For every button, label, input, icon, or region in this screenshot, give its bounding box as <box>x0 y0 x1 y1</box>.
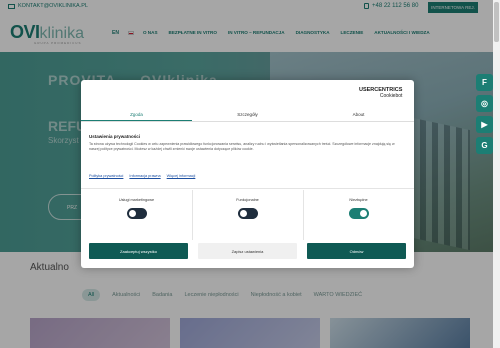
toggle-label: Niezbędne <box>349 198 368 202</box>
tab-about[interactable]: About <box>303 109 414 121</box>
consent-buttons: Zaakceptuj wszystko Zapisz ustawienia Od… <box>89 243 406 259</box>
social-sidebar: F ◎ ▶ G <box>476 74 493 158</box>
toggle-knob <box>128 210 136 217</box>
toggle-label: Funkcjonalne <box>236 198 259 202</box>
divider <box>81 188 414 189</box>
consent-tabs: Zgoda Szczegóły About <box>81 109 414 122</box>
privacy-policy-link[interactable]: Polityka prywatności <box>89 174 123 178</box>
toggle-marketing-group: Usługi marketingowe <box>81 198 192 219</box>
toggle-label: Usługi marketingowe <box>118 198 155 202</box>
instagram-icon[interactable]: ◎ <box>476 95 493 112</box>
more-info-link[interactable]: Więcej informacji <box>167 174 196 178</box>
consent-links: Polityka prywatności Informacja prawna W… <box>89 174 195 178</box>
toggle-necessary-group: Niezbędne <box>303 198 414 219</box>
facebook-icon[interactable]: F <box>476 74 493 91</box>
cookie-consent-dialog: USERCENTRICS Cookiebot Zgoda Szczegóły A… <box>81 80 414 268</box>
save-settings-button[interactable]: Zapisz ustawienia <box>198 243 297 259</box>
consent-toggles: Usługi marketingowe Funkcjonalne Niezbęd… <box>81 198 414 219</box>
marketing-toggle[interactable] <box>126 208 147 219</box>
scrollbar-thumb[interactable] <box>494 2 499 42</box>
necessary-toggle[interactable] <box>348 208 369 219</box>
deny-button[interactable]: Odmów <box>307 243 406 259</box>
tab-szczegoly[interactable]: Szczegóły <box>192 109 303 121</box>
toggle-functional-group: Funkcjonalne <box>192 198 303 219</box>
tab-zgoda[interactable]: Zgoda <box>81 109 192 121</box>
brand-sub: Cookiebot <box>379 93 403 99</box>
consent-body: Ta strona używa technologii Cookies w ce… <box>89 142 395 151</box>
legal-info-link[interactable]: Informacja prawna <box>129 174 160 178</box>
page-scrollbar[interactable] <box>493 0 500 348</box>
toggle-knob <box>239 210 247 217</box>
toggle-knob <box>359 210 367 217</box>
consent-heading: Ustawienia prywatności <box>89 134 141 139</box>
youtube-icon[interactable]: ▶ <box>476 116 493 133</box>
functional-toggle[interactable] <box>237 208 258 219</box>
accept-all-button[interactable]: Zaakceptuj wszystko <box>89 243 188 259</box>
google-icon[interactable]: G <box>476 137 493 154</box>
usercentrics-logo: USERCENTRICS Cookiebot <box>359 87 402 99</box>
